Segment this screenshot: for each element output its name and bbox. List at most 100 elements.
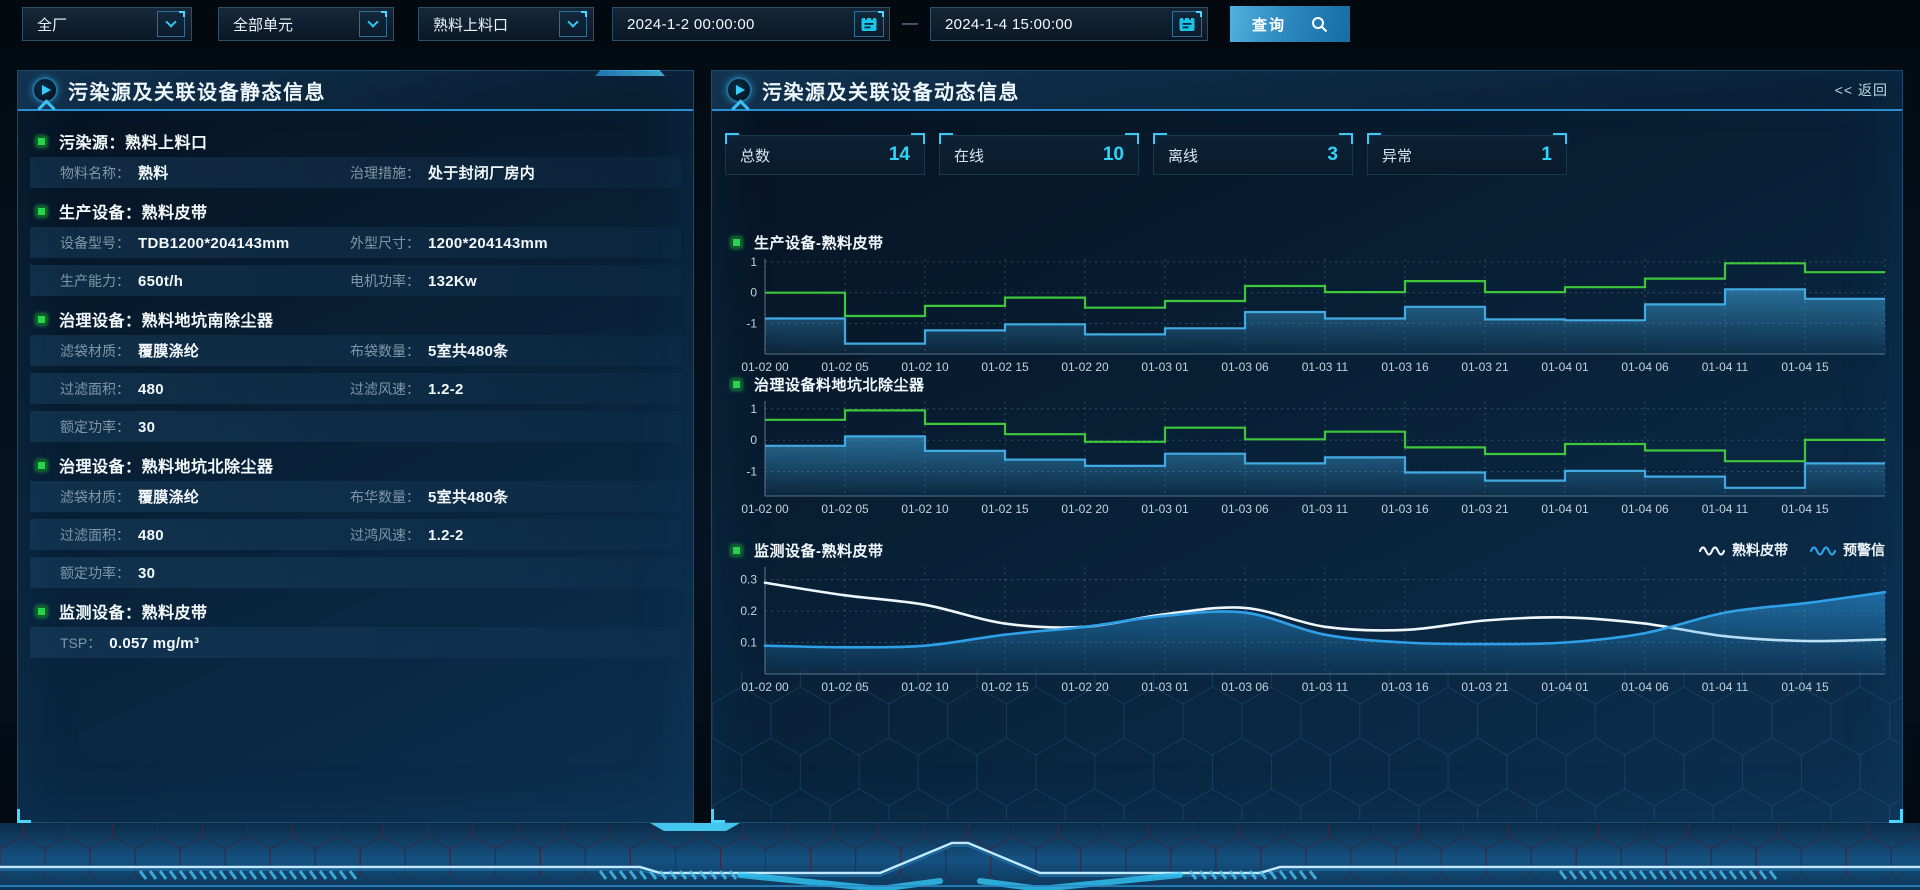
search-icon bbox=[1311, 16, 1328, 33]
info-cell: 过滤面积： 480 bbox=[60, 525, 350, 545]
field-value: 132Kw bbox=[428, 273, 477, 290]
toolbar: 全厂 全部单元 熟料上料口 2024-1-2 00:00:00 bbox=[0, 0, 1920, 48]
info-cell: 治理措施： 处于封闭厂房内 bbox=[350, 162, 535, 183]
calendar-icon[interactable] bbox=[1172, 11, 1202, 37]
svg-text:01-02 15: 01-02 15 bbox=[981, 680, 1029, 694]
date-range-separator: — bbox=[902, 15, 918, 33]
svg-text:0: 0 bbox=[750, 433, 757, 447]
svg-text:01-04 15: 01-04 15 bbox=[1781, 680, 1829, 694]
svg-text:01-03 16: 01-03 16 bbox=[1381, 502, 1429, 516]
field-value: 480 bbox=[138, 527, 164, 544]
info-row: 滤袋材质：覆膜涤纶布华数量：5室共480条 bbox=[30, 481, 681, 512]
info-row: 滤袋材质：覆膜涤纶布袋数量：5室共480条 bbox=[30, 335, 681, 366]
svg-text:1: 1 bbox=[750, 255, 757, 269]
start-date-input[interactable]: 2024-1-2 00:00:00 bbox=[612, 7, 890, 41]
field-label: 治理措施： bbox=[350, 163, 420, 183]
svg-text:01-03 06: 01-03 06 bbox=[1221, 502, 1269, 516]
svg-text:01-03 21: 01-03 21 bbox=[1461, 680, 1509, 694]
dynamic-info-panel: 污染源及关联设备动态信息 << 返回 总数14在线10离线3异常1 生产设备-熟… bbox=[711, 70, 1903, 823]
svg-text:01-04 06: 01-04 06 bbox=[1621, 502, 1669, 516]
device-stats-row: 总数14在线10离线3异常1 bbox=[725, 135, 1567, 175]
legend-label: 预警信 bbox=[1843, 540, 1885, 560]
info-cell: 设备型号：TDB1200*204143mm bbox=[60, 233, 350, 253]
stat-card: 总数14 bbox=[725, 135, 925, 175]
stat-value: 3 bbox=[1327, 144, 1338, 166]
info-cell: 过滤风速：1.2-2 bbox=[350, 379, 464, 399]
stat-value: 14 bbox=[889, 144, 910, 166]
end-date-input[interactable]: 2024-1-4 15:00:00 bbox=[930, 7, 1208, 41]
corner-ornament bbox=[1889, 809, 1903, 823]
field-value: TDB1200*204143mm bbox=[138, 235, 290, 252]
dashboard: 全厂 全部单元 熟料上料口 2024-1-2 00:00:00 bbox=[0, 0, 1920, 890]
dynamic-panel-title: 污染源及关联设备动态信息 bbox=[762, 76, 1020, 105]
info-cell: 过鸿风速：1.2-2 bbox=[350, 525, 464, 545]
svg-text:01-02 10: 01-02 10 bbox=[901, 680, 949, 694]
chart-title: 生产设备-熟料皮带 bbox=[754, 232, 884, 253]
section-header: 治理设备：熟料地坑北除尘器 bbox=[30, 449, 681, 481]
info-row: 额定功率：30 bbox=[30, 411, 681, 442]
info-row: TSP： 0.057 mg/m³ bbox=[30, 627, 681, 658]
svg-text:01-03 06: 01-03 06 bbox=[1221, 680, 1269, 694]
field-value: 1.2-2 bbox=[428, 527, 464, 544]
info-row: 生产能力：650t/h电机功率：132Kw bbox=[30, 265, 681, 296]
stat-card: 离线 3 bbox=[1153, 135, 1353, 175]
chart-canvas: 10-101-02 0001-02 0501-02 1001-02 1501-0… bbox=[725, 255, 1889, 376]
section-header: 生产设备：熟料皮带 bbox=[30, 195, 681, 227]
chart-title-row: 治理设备料地坑北除尘器 bbox=[725, 371, 1889, 397]
stat-value: 1 bbox=[1541, 144, 1552, 166]
start-date-value: 2024-1-2 00:00:00 bbox=[627, 16, 854, 33]
section-header: 治理设备：熟料地坑南除尘器 bbox=[30, 303, 681, 335]
field-value: 650t/h bbox=[138, 273, 183, 290]
field-value: 30 bbox=[138, 419, 155, 436]
info-cell: 布袋数量：5室共480条 bbox=[350, 340, 508, 361]
section-header: 污染源：熟料上料口 bbox=[30, 125, 681, 157]
field-value: 处于封闭厂房内 bbox=[428, 162, 535, 183]
svg-text:01-04 01: 01-04 01 bbox=[1541, 680, 1589, 694]
info-row: 额定功率：30 bbox=[30, 557, 681, 588]
dynamic-panel-header: 污染源及关联设备动态信息 << 返回 bbox=[712, 71, 1902, 111]
static-panel-header: 污染源及关联设备静态信息 bbox=[18, 71, 693, 111]
wave-line-icon bbox=[1810, 544, 1836, 556]
svg-text:01-03 16: 01-03 16 bbox=[1381, 680, 1429, 694]
field-value: 0.057 mg/m³ bbox=[109, 635, 199, 652]
static-panel-title: 污染源及关联设备静态信息 bbox=[68, 76, 326, 105]
plant-select[interactable]: 全厂 bbox=[22, 7, 192, 41]
chart-production-device: 生产设备-熟料皮带 10-101-02 0001-02 0501-02 1001… bbox=[725, 229, 1889, 381]
green-square-icon bbox=[731, 545, 742, 556]
svg-text:01-04 15: 01-04 15 bbox=[1781, 502, 1829, 516]
field-label: 过滤面积： bbox=[60, 525, 130, 545]
field-label: 过滤面积： bbox=[60, 379, 130, 399]
unit-select[interactable]: 全部单元 bbox=[218, 7, 394, 41]
svg-text:01-02 20: 01-02 20 bbox=[1061, 680, 1109, 694]
stat-value: 10 bbox=[1103, 144, 1124, 166]
info-cell: 额定功率：30 bbox=[60, 563, 350, 583]
svg-text:01-02 10: 01-02 10 bbox=[901, 502, 949, 516]
field-label: 额定功率： bbox=[60, 563, 130, 583]
chart-treatment-device: 治理设备料地坑北除尘器 10-101-02 0001-02 0501-02 10… bbox=[725, 371, 1889, 523]
chevron-down-icon[interactable] bbox=[157, 11, 185, 37]
chevron-down-icon[interactable] bbox=[559, 11, 587, 37]
chevron-down-icon[interactable] bbox=[359, 11, 387, 37]
field-label: 滤袋材质： bbox=[60, 341, 130, 361]
field-label: TSP： bbox=[60, 633, 101, 653]
source-select[interactable]: 熟料上料口 bbox=[418, 7, 594, 41]
info-cell: 滤袋材质：覆膜涤纶 bbox=[60, 340, 350, 361]
back-button[interactable]: << 返回 bbox=[1835, 80, 1888, 100]
section-title: 治理设备：熟料地坑南除尘器 bbox=[59, 307, 274, 331]
field-label: 电机功率： bbox=[350, 271, 420, 291]
legend-item[interactable]: 预警信 bbox=[1810, 540, 1885, 560]
corner-ornament bbox=[711, 809, 725, 823]
query-button-label: 查询 bbox=[1252, 14, 1286, 35]
legend-item[interactable]: 熟料皮带 bbox=[1699, 540, 1788, 560]
calendar-icon[interactable] bbox=[854, 11, 884, 37]
query-button[interactable]: 查询 bbox=[1230, 6, 1350, 42]
info-cell: TSP： 0.057 mg/m³ bbox=[60, 633, 350, 653]
unit-select-value: 全部单元 bbox=[233, 14, 359, 35]
calendar-glyph bbox=[860, 15, 878, 33]
field-label: 过滤风速： bbox=[350, 379, 420, 399]
stat-label: 离线 bbox=[1168, 145, 1198, 166]
svg-text:0.3: 0.3 bbox=[740, 573, 757, 587]
field-label: 滤袋材质： bbox=[60, 487, 130, 507]
green-square-icon bbox=[731, 237, 742, 248]
info-cell: 额定功率：30 bbox=[60, 417, 350, 437]
